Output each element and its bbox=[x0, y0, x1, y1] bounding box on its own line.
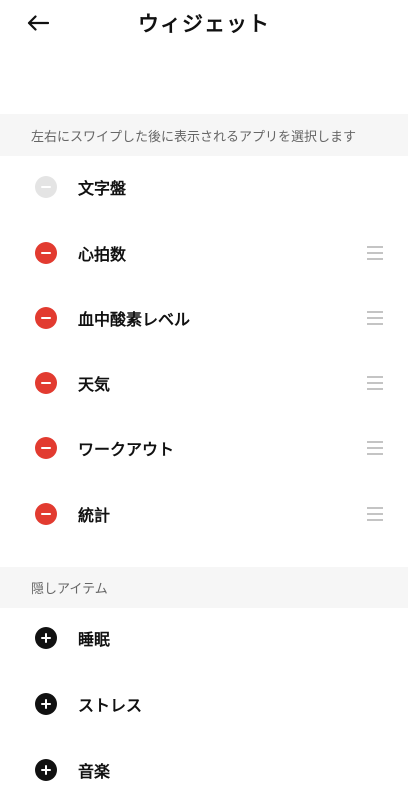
add-button[interactable] bbox=[35, 627, 57, 649]
visible-section-description: 左右にスワイプした後に表示されるアプリを選択します bbox=[0, 114, 408, 156]
minus-icon bbox=[41, 513, 51, 515]
widget-label: 血中酸素レベル bbox=[78, 310, 191, 329]
drag-handle-icon[interactable] bbox=[367, 441, 383, 455]
hidden-item-label: 音楽 bbox=[78, 762, 111, 781]
remove-button[interactable] bbox=[35, 307, 57, 329]
hidden-section-title: 隠しアイテム bbox=[0, 567, 408, 608]
widget-label: 心拍数 bbox=[78, 245, 127, 264]
hidden-row-stress: ストレス bbox=[0, 679, 408, 729]
drag-handle-icon[interactable] bbox=[367, 376, 383, 390]
widget-label: 天気 bbox=[78, 375, 111, 394]
widget-label: 文字盤 bbox=[78, 179, 127, 198]
widget-label: ワークアウト bbox=[78, 440, 175, 459]
minus-icon bbox=[41, 186, 51, 188]
widget-row-blood-oxygen: 血中酸素レベル bbox=[0, 293, 408, 343]
widget-row-statistics: 統計 bbox=[0, 489, 408, 539]
drag-handle-icon[interactable] bbox=[367, 246, 383, 260]
minus-icon bbox=[41, 317, 51, 319]
add-button[interactable] bbox=[35, 693, 57, 715]
minus-icon bbox=[41, 447, 51, 449]
remove-disabled-button bbox=[35, 176, 57, 198]
widget-label: 統計 bbox=[78, 506, 111, 525]
minus-icon bbox=[41, 252, 51, 254]
hidden-item-label: 睡眠 bbox=[78, 630, 111, 649]
header: ウィジェット bbox=[0, 0, 408, 46]
add-button[interactable] bbox=[35, 759, 57, 781]
remove-button[interactable] bbox=[35, 503, 57, 525]
hidden-row-music: 音楽 bbox=[0, 745, 408, 795]
minus-icon bbox=[41, 382, 51, 384]
remove-button[interactable] bbox=[35, 242, 57, 264]
widget-row-heart-rate: 心拍数 bbox=[0, 228, 408, 278]
hidden-item-label: ストレス bbox=[78, 696, 143, 715]
drag-handle-icon[interactable] bbox=[367, 507, 383, 521]
remove-button[interactable] bbox=[35, 372, 57, 394]
remove-button[interactable] bbox=[35, 437, 57, 459]
hidden-row-sleep: 睡眠 bbox=[0, 613, 408, 663]
drag-handle-icon[interactable] bbox=[367, 311, 383, 325]
widget-row-workout: ワークアウト bbox=[0, 423, 408, 473]
widget-row-watch-face: 文字盤 bbox=[0, 162, 408, 212]
widget-row-weather: 天気 bbox=[0, 358, 408, 408]
widget-settings-screen: ウィジェット 左右にスワイプした後に表示されるアプリを選択します 文字盤 心拍数… bbox=[0, 0, 408, 800]
page-title: ウィジェット bbox=[138, 12, 270, 36]
